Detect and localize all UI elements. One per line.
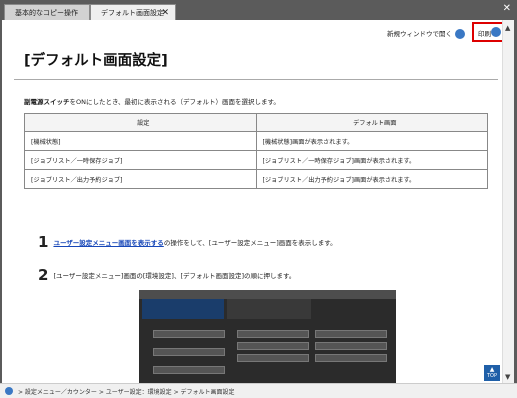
scroll-down-icon[interactable]: ▼: [505, 373, 510, 381]
intro-rest: をONにしたとき、最初に表示される（デフォルト）画面を選択します。: [69, 98, 280, 106]
tab-bar: 基本的なコピー操作 デフォルト画面設定 ✕ ✕: [0, 0, 517, 20]
table-row: [ジョブリスト／一時保存ジョブ] [ジョブリスト／一時保存ジョブ]画面が表示され…: [24, 150, 488, 170]
screenshot-panel: [142, 299, 224, 319]
step-text: の操作をして、[ユーザー設定メニュー]画面を表示します。: [163, 239, 337, 247]
new-window-label: 新規ウィンドウで開く: [387, 30, 452, 38]
back-to-top-button[interactable]: ▲ TOP: [484, 365, 500, 381]
print-label: 印刷: [478, 30, 491, 38]
table-row: [機械状態] [機械状態]画面が表示されます。: [24, 131, 488, 151]
table-header-row: 設定 デフォルト画面: [24, 113, 488, 132]
tab-default-screen[interactable]: デフォルト画面設定 ✕: [90, 4, 176, 20]
table-cell: [ジョブリスト／出力予約ジョブ]: [24, 169, 257, 189]
table-cell: [ジョブリスト／出力予約ジョブ]画面が表示されます。: [255, 169, 488, 189]
content-page: 新規ウィンドウで開く 印刷 [デフォルト画面設定] 副電源スイッチをONにしたと…: [2, 20, 514, 383]
scrollbar[interactable]: ▲ ▼: [502, 20, 514, 383]
screenshot-button: [153, 348, 225, 356]
table-cell: [機械状態]: [24, 131, 257, 151]
tab-label: 基本的なコピー操作: [15, 9, 78, 17]
divider: [14, 79, 498, 80]
print-icon: [491, 27, 501, 37]
breadcrumb-text[interactable]: > 設定メニュー／カウンター > ユーザー設定：環境設定 > デフォルト画面設定: [18, 387, 235, 396]
screenshot-panel: [227, 299, 311, 319]
step-1: 1 ユーザー設定メニュー画面を表示するの操作をして、[ユーザー設定メニュー]画面を…: [38, 233, 337, 251]
scroll-up-icon[interactable]: ▲: [505, 24, 510, 32]
screenshot-button: [237, 330, 309, 338]
screenshot-image: [139, 290, 396, 383]
table-header: デフォルト画面: [255, 113, 488, 132]
intro-text: 副電源スイッチをONにしたとき、最初に表示される（デフォルト）画面を選択します。: [24, 96, 280, 106]
tab-label: デフォルト画面設定: [101, 9, 164, 17]
table-row: [ジョブリスト／出力予約ジョブ] [ジョブリスト／出力予約ジョブ]画面が表示され…: [24, 169, 488, 189]
screenshot-button: [153, 330, 225, 338]
table-cell: [ジョブリスト／一時保存ジョブ]画面が表示されます。: [255, 150, 488, 170]
intro-bold: 副電源スイッチ: [24, 98, 70, 106]
screenshot-button: [315, 354, 387, 362]
table-cell: [ジョブリスト／一時保存ジョブ]: [24, 150, 257, 170]
arrow-up-icon: ▲: [489, 366, 495, 373]
table-cell: [機械状態]画面が表示されます。: [255, 131, 488, 151]
screenshot-button: [237, 342, 309, 350]
screenshot-button: [315, 330, 387, 338]
table-header: 設定: [24, 113, 257, 132]
screenshot-button: [237, 354, 309, 362]
step-text: [ユーザー設定メニュー]画面の[環境設定]、[デフォルト画面設定]の順に押します…: [53, 272, 296, 280]
print-button[interactable]: 印刷: [472, 22, 504, 42]
page-title: [デフォルト画面設定]: [24, 53, 168, 69]
new-window-icon: [455, 29, 465, 39]
window-close-icon[interactable]: ✕: [503, 3, 511, 14]
close-icon[interactable]: ✕: [161, 5, 169, 21]
new-window-button[interactable]: 新規ウィンドウで開く: [387, 28, 465, 39]
settings-table: 設定 デフォルト画面 [機械状態] [機械状態]画面が表示されます。 [ジョブリ…: [24, 113, 488, 189]
breadcrumb: > 設定メニュー／カウンター > ユーザー設定：環境設定 > デフォルト画面設定: [0, 383, 517, 398]
screenshot-header: [139, 290, 396, 299]
screenshot-button: [315, 342, 387, 350]
user-settings-link[interactable]: ユーザー設定メニュー画面を表示する: [53, 239, 163, 247]
screenshot-button: [153, 366, 225, 374]
step-number: 2: [38, 266, 49, 284]
top-label: TOP: [486, 373, 497, 379]
tab-basic-copy[interactable]: 基本的なコピー操作: [4, 4, 90, 20]
step-number: 1: [38, 233, 49, 251]
step-2: 2 [ユーザー設定メニュー]画面の[環境設定]、[デフォルト画面設定]の順に押しま…: [38, 266, 295, 284]
home-icon[interactable]: [5, 387, 13, 395]
